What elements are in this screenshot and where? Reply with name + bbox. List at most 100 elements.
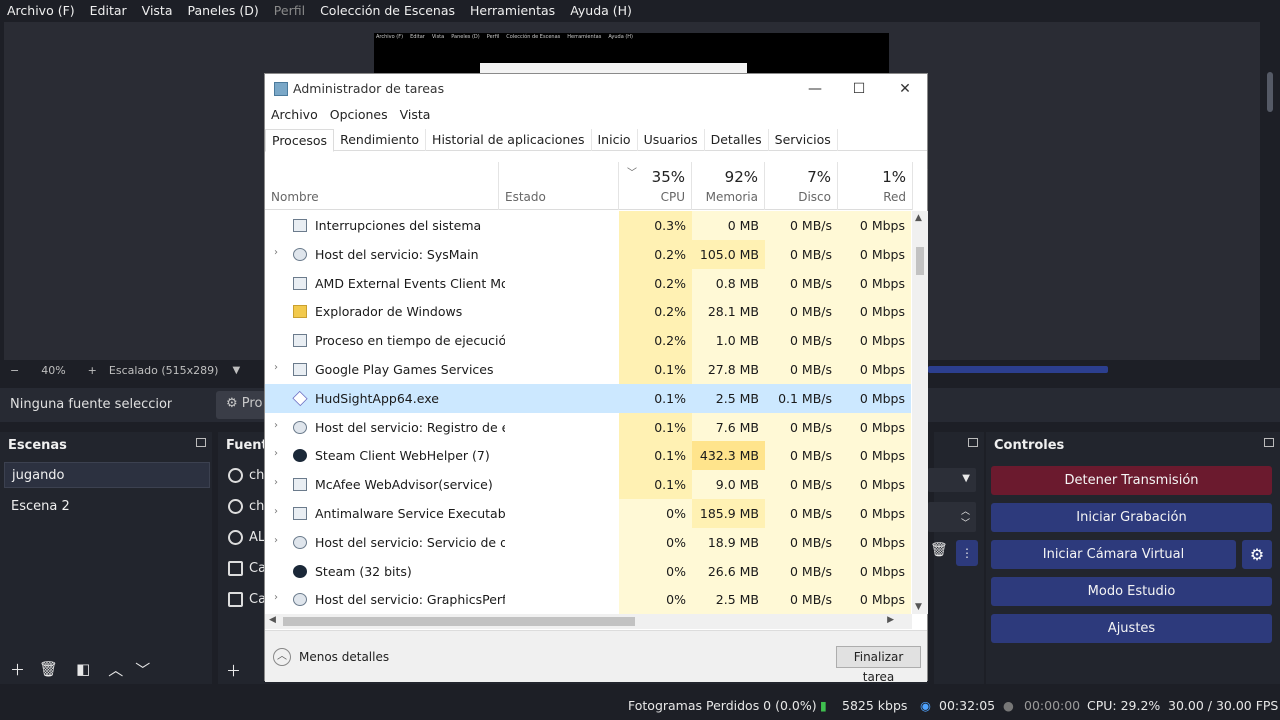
process-row[interactable]: › Host del servicio: Servicio de dir... 0%…: [265, 527, 911, 557]
process-row[interactable]: AMD External Events Client Mo... 0.2% 0.8 …: [265, 268, 911, 298]
scroll-thumb[interactable]: [1267, 72, 1273, 112]
process-row[interactable]: › Steam Client WebHelper (7) 0.1% 432.3 MB 0…: [265, 441, 911, 471]
column-status[interactable]: Estado: [499, 162, 619, 210]
menu-editar[interactable]: Editar: [83, 3, 135, 18]
undock-icon[interactable]: [968, 438, 978, 447]
stop-streaming-button[interactable]: Detener Transmisión: [991, 466, 1272, 495]
end-task-button[interactable]: Finalizar tarea: [836, 646, 921, 684]
filter-icon[interactable]: ◧: [76, 660, 90, 678]
expand-chevron-icon[interactable]: ›: [274, 448, 278, 459]
source-item[interactable]: ch: [228, 468, 264, 483]
zoom-in-button[interactable]: +: [88, 364, 97, 377]
properties-button[interactable]: ⚙ Pro: [216, 391, 266, 419]
virtual-camera-settings-gear-icon[interactable]: ⚙: [1242, 540, 1272, 569]
process-name: McAfee WebAdvisor(service): [315, 477, 493, 493]
more-options-icon[interactable]: ⋮: [956, 540, 978, 566]
process-row[interactable]: HudSightApp64.exe 0.1% 2.5 MB 0.1 MB/s 0 Mbp…: [265, 383, 911, 413]
scroll-up-icon[interactable]: ▲: [915, 213, 922, 223]
fewer-details-link[interactable]: Menos detalles: [299, 650, 389, 664]
chevron-up-icon[interactable]: ︿: [108, 659, 123, 680]
menu-perfil[interactable]: Perfil: [267, 3, 313, 18]
menu-vista[interactable]: Vista: [400, 107, 431, 122]
column-network[interactable]: 1% Red: [838, 162, 913, 210]
source-item[interactable]: AL: [228, 530, 265, 545]
duration-spinbox[interactable]: ︿ ﹀: [928, 502, 976, 532]
close-button[interactable]: ✕: [887, 78, 923, 100]
minimize-button[interactable]: —: [797, 78, 833, 100]
preview-vertical-scrollbar[interactable]: [1262, 22, 1276, 360]
menu-herramientas[interactable]: Herramientas: [463, 3, 563, 18]
preview-horizontal-scrollbar[interactable]: [928, 366, 1108, 373]
chevron-down-icon: ▼: [962, 473, 970, 484]
process-row[interactable]: › McAfee WebAdvisor(service) 0.1% 9.0 MB 0 M…: [265, 470, 911, 500]
start-virtual-camera-button[interactable]: Iniciar Cámara Virtual: [991, 540, 1236, 569]
source-item[interactable]: Ca: [228, 592, 266, 607]
process-row[interactable]: Explorador de Windows 0.2% 28.1 MB 0 MB/s 0 …: [265, 297, 911, 327]
process-row[interactable]: › Host del servicio: Registro de ev... 0.1…: [265, 412, 911, 442]
undock-icon[interactable]: [196, 438, 206, 447]
expand-chevron-icon[interactable]: ›: [274, 362, 278, 373]
chevron-down-icon[interactable]: ﹀: [961, 516, 970, 529]
menu-archivo[interactable]: Archivo (F): [0, 3, 83, 18]
source-item[interactable]: Ca: [228, 561, 266, 576]
chevron-down-icon[interactable]: ▼: [232, 365, 240, 376]
column-disk[interactable]: 7% Disco: [765, 162, 838, 210]
maximize-button[interactable]: ☐: [841, 78, 877, 100]
process-row[interactable]: Steam (32 bits) 0% 26.6 MB 0 MB/s 0 Mbps: [265, 556, 911, 586]
settings-button[interactable]: Ajustes: [991, 614, 1272, 643]
network-total: 1%: [882, 168, 906, 186]
expand-chevron-icon[interactable]: ›: [274, 420, 278, 431]
column-memory[interactable]: 92% Memoria: [692, 162, 765, 210]
menu-paneles[interactable]: Paneles (D): [181, 3, 267, 18]
column-cpu[interactable]: 35% CPU: [619, 162, 692, 210]
tab-historial[interactable]: Historial de aplicaciones: [426, 129, 592, 151]
menu-opciones[interactable]: Opciones: [330, 107, 388, 122]
scene-item-escena-2[interactable]: Escena 2: [4, 494, 210, 520]
trash-icon[interactable]: 🗑: [930, 542, 948, 558]
process-row[interactable]: › Google Play Games Services 0.1% 27.8 MB 0 …: [265, 355, 911, 384]
scroll-left-icon[interactable]: ◀: [269, 615, 276, 625]
preview-canvas[interactable]: Archivo (F) Editar Vista Paneles (D) Per…: [374, 33, 889, 73]
expand-chevron-icon[interactable]: ›: [274, 477, 278, 488]
process-row[interactable]: Interrupciones del sistema 0.3% 0 MB 0 MB/s…: [265, 211, 911, 240]
undock-icon[interactable]: [1264, 438, 1274, 447]
scroll-thumb[interactable]: [916, 247, 924, 275]
column-name[interactable]: Nombre: [265, 162, 499, 210]
title-bar[interactable]: Administrador de tareas — ☐ ✕: [265, 74, 927, 104]
scene-item-jugando[interactable]: jugando: [4, 462, 210, 488]
vertical-scrollbar[interactable]: ▲ ▼: [912, 211, 928, 614]
horizontal-scrollbar[interactable]: ◀ ▶: [265, 614, 912, 629]
tab-detalles[interactable]: Detalles: [705, 129, 769, 151]
expand-chevron-icon[interactable]: ›: [274, 506, 278, 517]
tab-rendimiento[interactable]: Rendimiento: [334, 129, 427, 151]
tab-procesos[interactable]: Procesos: [265, 129, 335, 152]
process-row[interactable]: › Antimalware Service Executable 0% 185.9 M…: [265, 499, 911, 528]
add-source-icon[interactable]: ＋: [226, 660, 241, 681]
menu-coleccion-escenas[interactable]: Colección de Escenas: [313, 3, 463, 18]
start-recording-button[interactable]: Iniciar Grabación: [991, 503, 1272, 532]
studio-mode-button[interactable]: Modo Estudio: [991, 577, 1272, 606]
tab-usuarios[interactable]: Usuarios: [638, 129, 705, 151]
transition-select[interactable]: ▼: [928, 468, 976, 492]
source-item[interactable]: ch: [228, 499, 264, 514]
chevron-up-circle-icon[interactable]: ︿: [273, 648, 291, 666]
trash-icon[interactable]: 🗑: [39, 660, 58, 678]
add-scene-icon[interactable]: ＋: [10, 659, 25, 680]
expand-chevron-icon[interactable]: ›: [274, 535, 278, 546]
chevron-down-icon[interactable]: ﹀: [135, 659, 150, 680]
process-row[interactable]: Proceso en tiempo de ejecución... 0.2% 1.0…: [265, 326, 911, 356]
menu-vista[interactable]: Vista: [135, 3, 181, 18]
zoom-out-button[interactable]: −: [10, 364, 19, 377]
expand-chevron-icon[interactable]: ›: [274, 247, 278, 258]
process-row[interactable]: › Host del servicio: SysMain 0.2% 105.0 MB 0…: [265, 239, 911, 269]
scroll-right-icon[interactable]: ▶: [887, 615, 894, 625]
scroll-down-icon[interactable]: ▼: [915, 602, 922, 612]
process-name: Explorador de Windows: [315, 304, 463, 320]
menu-ayuda[interactable]: Ayuda (H): [563, 3, 640, 18]
process-row[interactable]: › Host del servicio: GraphicsPerfSvc 0%2.5…: [265, 585, 911, 614]
expand-chevron-icon[interactable]: ›: [274, 592, 278, 603]
scroll-thumb[interactable]: [283, 617, 635, 626]
menu-archivo[interactable]: Archivo: [271, 107, 318, 122]
tab-servicios[interactable]: Servicios: [769, 129, 838, 151]
tab-inicio[interactable]: Inicio: [592, 129, 638, 151]
